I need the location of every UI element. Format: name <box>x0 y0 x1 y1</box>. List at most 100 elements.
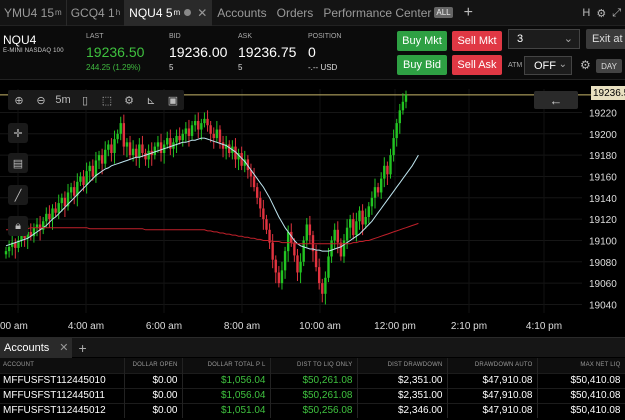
zoom-out-icon[interactable]: ⊖ <box>30 90 52 110</box>
bid-label: BID <box>169 33 181 40</box>
column-header[interactable]: DOLLAR TOTAL P L <box>182 358 271 373</box>
interval-button[interactable]: 5m <box>52 90 74 110</box>
atm-select[interactable]: OFF ⌄ <box>524 56 572 75</box>
nav-performance-label: Performance Center <box>323 5 432 20</box>
candle <box>187 128 191 136</box>
candle <box>116 133 119 140</box>
price-chart[interactable]: 19220 19200 19180 19160 19140 19120 19100 19080… <box>0 81 625 335</box>
tab-label: GCQ4 1 <box>70 5 115 20</box>
y-tick-label: 19180 <box>589 151 617 162</box>
candle <box>277 272 281 284</box>
add-tab-icon[interactable]: + <box>464 4 473 22</box>
current-price-tag: 19236.50 <box>591 86 625 100</box>
exit-at-button[interactable]: Exit at <box>586 29 625 49</box>
symbol: NQU4 <box>3 33 37 47</box>
zoom-in-icon[interactable]: ⊕ <box>8 90 30 110</box>
nav-accounts[interactable]: Accounts <box>212 0 271 26</box>
tab-sup: m <box>173 8 181 17</box>
sell-mkt-button[interactable]: Sell Mkt <box>452 31 502 51</box>
candle <box>398 110 401 124</box>
notes-icon[interactable]: ▤ <box>8 153 28 173</box>
column-header[interactable]: MAX NET LIQ <box>537 358 625 373</box>
candle <box>184 128 188 134</box>
candle <box>100 155 104 164</box>
candle <box>333 229 336 241</box>
y-tick-label: 19060 <box>589 279 617 290</box>
dist-drawdown-cell: $2,351.00 <box>357 387 448 403</box>
expand-icon[interactable]: ⤢ <box>612 7 621 20</box>
candle <box>175 135 178 143</box>
candle <box>286 231 290 252</box>
add-panel-icon[interactable]: + <box>78 340 86 356</box>
column-header[interactable]: ACCOUNT <box>0 358 125 373</box>
x-tick-label: 4:00 am <box>68 321 104 332</box>
table-row[interactable]: MFFUSFST112445012 $0.00 $1,051.04 $50,25… <box>0 402 625 418</box>
chart-toolbar: ⊕ ⊖ 5m ▯ ⬚ ⚙ ⊾ ▣ <box>8 90 184 110</box>
close-icon[interactable]: ✕ <box>59 341 68 354</box>
column-header[interactable]: DRAWDOWN AUTO <box>447 358 538 373</box>
candle <box>193 121 197 126</box>
candles-icon[interactable]: ▯ <box>74 90 96 110</box>
table-row[interactable]: MFFUSFST112445011 $0.00 $1,056.04 $50,26… <box>0 387 625 403</box>
candle <box>181 133 184 141</box>
candle <box>218 129 222 143</box>
dist-liq-cell: $50,261.08 <box>270 387 358 403</box>
candle <box>54 208 57 213</box>
column-header[interactable]: DIST TO LIQ ONLY <box>270 358 358 373</box>
candle <box>200 123 203 130</box>
nav-orders[interactable]: Orders <box>272 0 319 26</box>
column-header[interactable]: DIST DRAWDOWN <box>357 358 448 373</box>
all-badge[interactable]: ALL <box>434 7 453 18</box>
candle <box>392 138 395 156</box>
total-pl-cell: $1,056.04 <box>182 372 271 388</box>
candle <box>317 267 321 284</box>
account-cell: MFFUSFST112445012 <box>0 402 125 418</box>
candle <box>48 213 51 220</box>
x-tick-label: 2:10 pm <box>451 321 487 332</box>
candle <box>274 259 277 273</box>
gear-icon[interactable]: ⚙ <box>596 7 606 20</box>
quantity-input[interactable]: 3 ⌄ <box>508 29 580 49</box>
lock-icon[interactable]: 🔒︎ <box>8 216 28 236</box>
candle <box>358 210 361 222</box>
draw-line-icon[interactable]: ╱ <box>8 185 28 205</box>
nav-performance-center[interactable]: Performance Center ALL <box>318 0 457 26</box>
scroll-back-icon[interactable]: ← <box>534 91 578 109</box>
candle <box>153 146 157 156</box>
layout-icon[interactable]: ▣ <box>162 90 184 110</box>
indicators-icon[interactable]: ⊾ <box>140 90 162 110</box>
h-label[interactable]: H <box>582 7 590 19</box>
y-tick-label: 19080 <box>589 258 617 269</box>
crosshair-icon[interactable]: ✛ <box>8 123 28 143</box>
position-value: 0 <box>308 44 316 60</box>
candle <box>345 227 349 241</box>
gear-icon[interactable]: ⚙ <box>580 58 591 72</box>
column-header[interactable]: DOLLAR OPEN <box>124 358 183 373</box>
candle <box>206 118 209 126</box>
last-change: 244.25 (1.29%) <box>86 63 141 72</box>
candle <box>361 210 364 225</box>
max-net-liq-cell: $50,410.08 <box>537 387 625 403</box>
sell-ask-button[interactable]: Sell Ask <box>452 55 502 75</box>
close-tab-icon[interactable]: ✕ <box>197 6 207 20</box>
settings-icon[interactable]: ⚙ <box>118 90 140 110</box>
chart-area[interactable]: 19220 19200 19180 19160 19140 19120 19100 19080… <box>0 81 625 335</box>
candle <box>342 240 346 257</box>
tab-ymu4[interactable]: YMU4 15 m <box>0 0 67 26</box>
ask-label: ASK <box>238 33 253 40</box>
tab-nqu4[interactable]: NQU4 5 m ✕ <box>125 0 213 26</box>
position-pnl: -.-- USD <box>308 63 338 72</box>
select-icon[interactable]: ⬚ <box>96 90 118 110</box>
dollar-open-cell: $0.00 <box>124 402 183 418</box>
bid-price: 19236.00 <box>169 44 228 60</box>
table-row[interactable]: MFFUSFST112445010 $0.00 $1,056.04 $50,26… <box>0 372 625 388</box>
buy-mkt-button[interactable]: Buy Mkt <box>397 31 447 51</box>
tab-gcq4[interactable]: GCQ4 1h <box>67 0 126 26</box>
candle <box>94 160 98 177</box>
day-button[interactable]: DAY <box>596 59 622 73</box>
candle <box>265 219 268 230</box>
tab-accounts-panel[interactable]: Accounts ✕ <box>0 337 73 358</box>
y-tick-label: 19140 <box>589 194 617 205</box>
buy-bid-button[interactable]: Buy Bid <box>397 55 447 75</box>
candle <box>364 217 367 225</box>
